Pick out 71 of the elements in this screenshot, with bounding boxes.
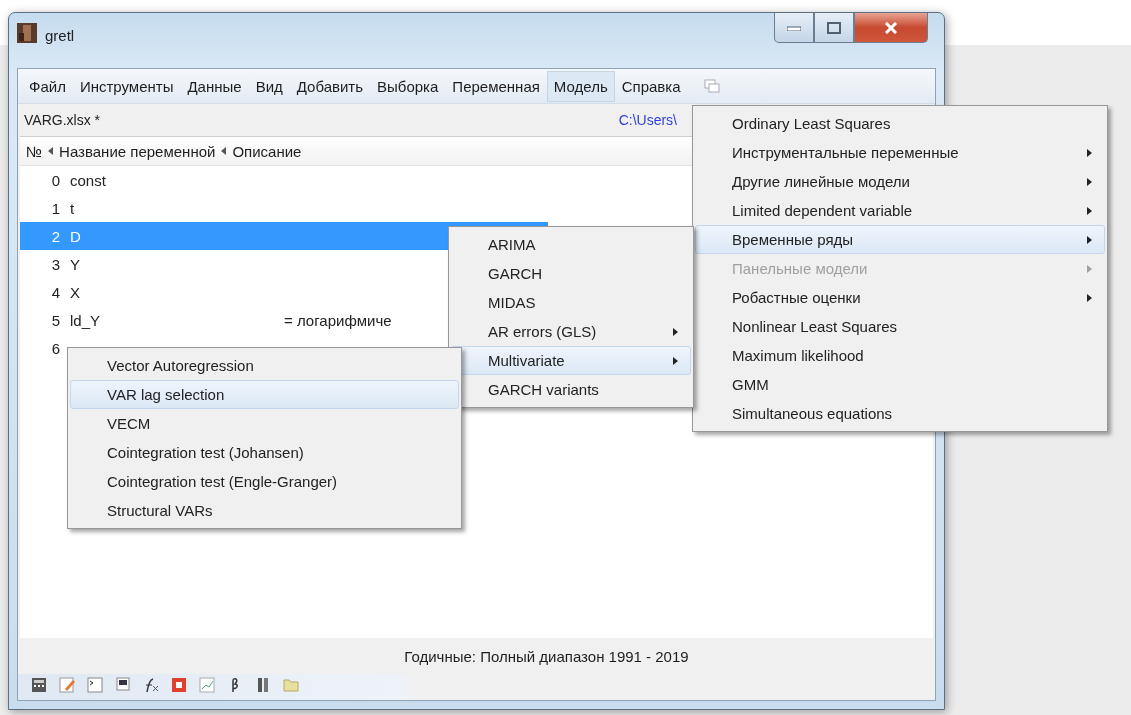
menu-item[interactable]: Multivariate — [451, 346, 691, 375]
menu-bar-item[interactable]: Файл — [22, 70, 73, 102]
table-cell-text: X — [70, 283, 81, 301]
maximize-button[interactable] — [814, 13, 854, 43]
table-cell-text: Y — [70, 255, 81, 273]
window-title: gretl — [45, 27, 75, 44]
menu-item[interactable]: Limited dependent variable — [695, 196, 1105, 225]
status-text: Годичные: Полный диапазон 1991 - 2019 — [404, 647, 689, 665]
submenu-arrow-icon — [1087, 206, 1092, 215]
submenu-arrow-icon — [1087, 264, 1092, 273]
file-name: VARG.xlsx * — [24, 112, 100, 128]
menu-bar-item[interactable]: Модель — [546, 70, 615, 102]
menu-item[interactable]: Временные ряды — [695, 225, 1105, 254]
minimize-button[interactable] — [774, 13, 814, 43]
minimize-icon — [787, 24, 801, 31]
menu-bar-item[interactable]: Переменная — [445, 70, 547, 102]
menu-item[interactable]: Simultaneous equations — [695, 399, 1105, 428]
column-header[interactable]: Описание — [232, 142, 302, 160]
close-button[interactable] — [854, 13, 928, 43]
menu-bar-item[interactable]: Добавить — [289, 70, 371, 102]
terminal-icon[interactable] — [86, 676, 104, 694]
table-cell-text: ld_Y — [70, 311, 102, 329]
menu-bar-item[interactable]: Вид — [248, 70, 290, 102]
table-cell-text: 5 — [50, 311, 61, 329]
menu-item[interactable]: Maximum likelihood — [695, 341, 1105, 370]
menu-bar-item[interactable]: Инструменты — [72, 70, 181, 102]
submenu-arrow-icon — [673, 327, 678, 336]
menu-bar-item[interactable]: Выборка — [370, 70, 446, 102]
table-cell-text: const — [70, 171, 107, 189]
menu-item[interactable]: Cointegration test (Engle-Granger) — [70, 467, 459, 496]
table-cell-text: 0 — [50, 171, 61, 189]
table-row[interactable]: 1 t — [20, 194, 548, 222]
menu-item[interactable]: GARCH — [451, 259, 691, 288]
column-header[interactable]: № — [26, 142, 43, 160]
column-header[interactable]: Название переменной — [59, 142, 216, 160]
menu-item[interactable]: Робастные оценки — [695, 283, 1105, 312]
table-icon[interactable] — [114, 676, 132, 694]
submenu-arrow-icon — [1087, 148, 1092, 157]
menu-item[interactable]: MIDAS — [451, 288, 691, 317]
table-row[interactable]: 0 const — [20, 166, 548, 194]
table-cell-text: t — [70, 199, 76, 217]
table-cell-text: D — [70, 227, 82, 245]
menu-bar-item[interactable]: Данные — [180, 70, 249, 102]
sort-arrow-icon — [221, 147, 227, 155]
app-icon — [17, 23, 37, 43]
table-cell-text: 1 — [50, 199, 61, 217]
table-cell: = логарифмиче — [284, 311, 392, 329]
menu-item[interactable]: Ordinary Least Squares — [695, 109, 1105, 138]
submenu-arrow-icon — [1087, 235, 1092, 244]
edit-icon[interactable] — [58, 676, 76, 694]
table-cell-text: 2 — [50, 227, 61, 245]
menu-item[interactable]: VAR lag selection — [70, 380, 459, 409]
menu-item[interactable]: VECM — [70, 409, 459, 438]
menu-item[interactable]: Structural VARs — [70, 496, 459, 525]
submenu-arrow-icon — [1087, 177, 1092, 186]
menu-item[interactable]: Инструментальные переменные — [695, 138, 1105, 167]
table-cell-text: 3 — [50, 255, 61, 273]
menu-item[interactable]: GMM — [695, 370, 1105, 399]
maximize-icon — [827, 21, 841, 34]
menu-item[interactable]: AR errors (GLS) — [451, 317, 691, 346]
menu-item[interactable]: Другие линейные модели — [695, 167, 1105, 196]
menu-bar-item[interactable]: Справка — [614, 70, 688, 102]
file-path: C:\Users\ — [618, 112, 677, 128]
menu-item[interactable]: Cointegration test (Johansen) — [70, 438, 459, 467]
sort-arrow-icon — [48, 147, 54, 155]
menu-item[interactable]: Nonlinear Least Squares — [695, 312, 1105, 341]
close-icon — [884, 21, 898, 34]
calculator-icon[interactable] — [30, 676, 48, 694]
table-cell-text: 4 — [50, 283, 61, 301]
submenu-arrow-icon — [673, 356, 678, 365]
submenu-arrow-icon — [1087, 293, 1092, 302]
